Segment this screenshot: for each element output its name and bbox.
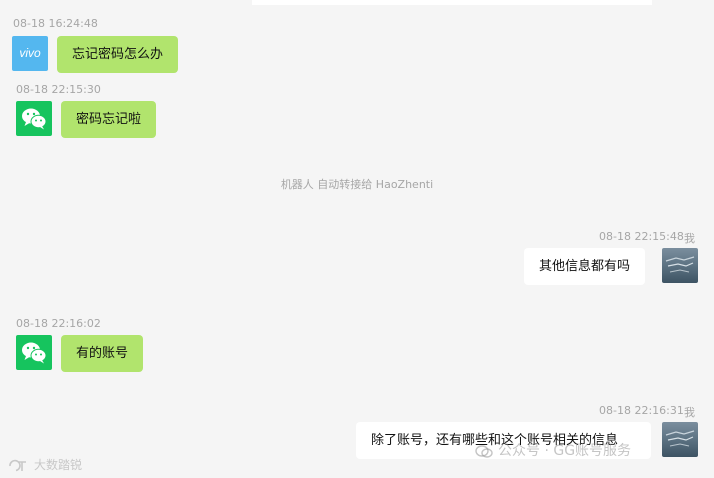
message-timestamp: 08-18 22:15:48 xyxy=(599,230,684,243)
wechat-logo-icon[interactable] xyxy=(16,335,52,370)
message-sender-label: 我 xyxy=(684,232,695,245)
wechat-watermark-icon xyxy=(475,445,493,458)
message-timestamp: 08-18 16:24:48 xyxy=(13,17,98,30)
chat-top-panel-edge xyxy=(252,0,652,5)
message-bubble[interactable]: 其他信息都有吗 xyxy=(524,248,646,285)
system-transfer-notice: 机器人 自动转接给 HaoZhenti xyxy=(280,178,434,191)
message-sender-label: 我 xyxy=(684,406,695,419)
watermark-left-text: 大数踏锐 xyxy=(34,458,83,472)
message-bubble[interactable]: 密码忘记啦 xyxy=(61,101,157,138)
message-bubble[interactable]: 有的账号 xyxy=(61,335,144,372)
watermark-right: 公众号 · GG账号服务 xyxy=(474,440,631,460)
watermark-left: 大数踏锐 xyxy=(8,456,82,473)
message-timestamp: 08-18 22:16:02 xyxy=(16,317,101,330)
vivo-logo-icon[interactable]: vivo xyxy=(12,36,48,71)
message-timestamp: 08-18 22:16:31 xyxy=(599,404,684,417)
vivo-logo-text: vivo xyxy=(19,46,41,60)
watermark-right-text: 公众号 · GG账号服务 xyxy=(498,443,632,459)
watermark-logo-icon xyxy=(9,459,26,471)
message-timestamp: 08-18 22:15:30 xyxy=(16,83,101,96)
message-bubble[interactable]: 忘记密码怎么办 xyxy=(57,36,179,73)
user-photo-avatar[interactable] xyxy=(662,248,698,283)
wechat-logo-icon[interactable] xyxy=(16,101,52,136)
user-photo-avatar[interactable] xyxy=(662,422,698,457)
